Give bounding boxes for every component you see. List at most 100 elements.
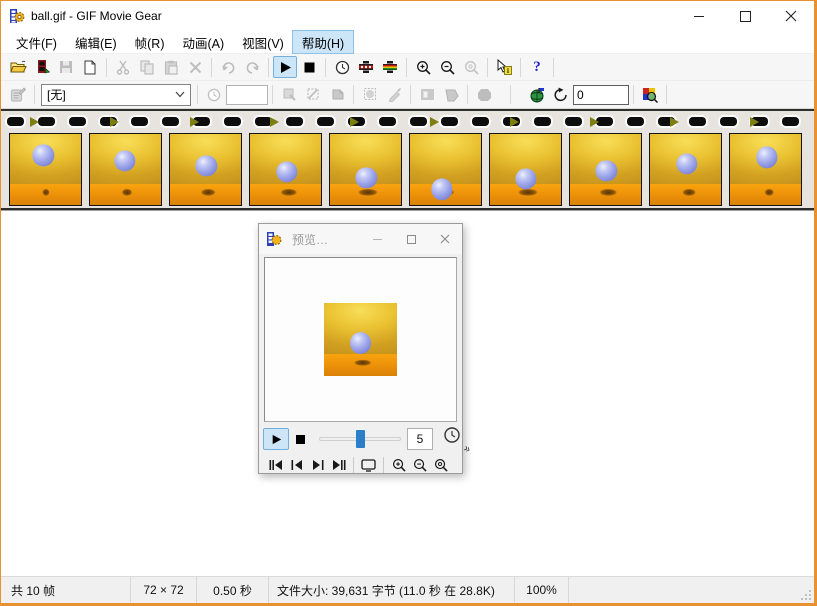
film-frame-7[interactable] [489,133,562,206]
menu-frame[interactable]: 帧(R) [126,31,174,53]
frame-name-dropdown[interactable]: [无] [41,84,191,106]
frame-properties-button[interactable] [6,84,30,106]
zoom-out-button[interactable] [435,56,459,78]
blob-mask-button[interactable] [472,84,496,106]
minimize-icon [694,11,705,22]
next-frame-button[interactable] [307,456,328,474]
preview-maximize-button[interactable] [394,224,428,254]
palette-magnifier-icon [642,87,658,103]
film-hole [131,117,148,126]
stamp-2-button[interactable] [301,84,325,106]
last-frame-button[interactable] [328,456,349,474]
menu-animation[interactable]: 动画(A) [174,31,234,53]
fullscreen-button[interactable] [358,456,379,474]
paste-button[interactable] [159,56,183,78]
new-file-button[interactable] [78,56,102,78]
stop-button[interactable] [297,56,321,78]
title-bar: ball.gif - GIF Movie Gear [1,1,814,31]
palette-viewer-button[interactable] [638,84,662,106]
close-button[interactable] [768,1,814,31]
delay-input[interactable] [226,85,268,105]
preview-zoom-actual-button[interactable] [430,456,451,474]
context-help-button[interactable]: i [492,56,516,78]
film-hole [472,117,489,126]
prev-frame-button[interactable] [286,456,307,474]
preview-window: 预览… [258,223,463,474]
zoom-in-icon [392,458,406,472]
crop-button[interactable] [415,84,439,106]
copy-button[interactable] [135,56,159,78]
film-frame-4[interactable] [249,133,322,206]
status-zoom: 100% [515,577,569,603]
animation-properties-button[interactable] [354,56,378,78]
help-button[interactable]: ? [525,56,549,78]
save-button[interactable] [54,56,78,78]
globe-preview-icon [529,87,546,103]
film-frame-2[interactable] [89,133,162,206]
frame-marker-triangle [270,117,279,127]
frame-marker-triangle [430,117,439,127]
paste-clipboard-icon [164,60,178,75]
film-frame-10[interactable] [729,133,802,206]
menu-view[interactable]: 视图(V) [233,31,293,53]
preview-nav-row [265,455,451,475]
toolbar-separator [268,58,269,77]
undo-button[interactable] [216,56,240,78]
menu-help[interactable]: 帮助(H) [293,31,353,53]
zoom-actual-button[interactable] [459,56,483,78]
film-frame-9[interactable] [649,133,722,206]
play-button[interactable] [273,56,297,78]
frame-marker-triangle [30,117,39,127]
stamp-1-icon [282,87,297,102]
film-frame-1[interactable] [9,133,82,206]
film-frame-3[interactable] [169,133,242,206]
animation-frame-image [324,303,397,376]
clock-icon [443,427,463,447]
preview-speed-slider[interactable] [319,429,401,449]
film-frame-6[interactable] [409,133,482,206]
stamp-1-button[interactable] [277,84,301,106]
maximize-button[interactable] [722,1,768,31]
filmstrip-frames [1,133,814,208]
preview-minimize-button[interactable] [360,224,394,254]
film-hole [162,117,179,126]
preview-browser-button[interactable] [525,84,549,106]
pick-button[interactable] [439,84,463,106]
film-hole [627,117,644,126]
stamp-3-button[interactable] [325,84,349,106]
dashed-circle-icon [363,87,378,102]
preview-close-button[interactable] [428,224,462,254]
delete-frame-button[interactable] [183,56,207,78]
delay-clock-button[interactable] [202,84,226,106]
cut-button[interactable] [111,56,135,78]
resize-grip[interactable] [799,588,812,601]
minimize-button[interactable] [676,1,722,31]
loop-count-input[interactable] [573,85,629,105]
animation-frame-image [330,134,401,205]
preview-app-icon [266,231,282,247]
first-frame-button[interactable] [265,456,286,474]
film-frame-5[interactable] [329,133,402,206]
frame-delay-button[interactable] [330,56,354,78]
pencil-edit-button[interactable] [382,84,406,106]
insert-frames-button[interactable] [30,56,54,78]
svg-text:i: i [507,67,509,75]
loop-count-button[interactable] [549,84,573,106]
preview-zoom-out-button[interactable] [409,456,430,474]
redo-button[interactable] [240,56,264,78]
zoom-in-button[interactable] [411,56,435,78]
preview-play-button[interactable] [263,428,289,450]
animation-frame-image [410,134,481,205]
menu-file[interactable]: 文件(F) [7,31,66,53]
toolbar-separator [467,85,468,104]
frame-global-info-button[interactable] [378,56,402,78]
slider-thumb[interactable] [356,430,365,448]
film-frame-8[interactable] [569,133,642,206]
preview-stop-button[interactable] [289,428,311,450]
dashed-circle-button[interactable] [358,84,382,106]
animation-frame-image [170,134,241,205]
menu-edit[interactable]: 编辑(E) [66,31,126,53]
preview-delay-clock-button[interactable]: » [443,427,467,451]
open-file-button[interactable] [6,56,30,78]
preview-zoom-in-button[interactable] [388,456,409,474]
